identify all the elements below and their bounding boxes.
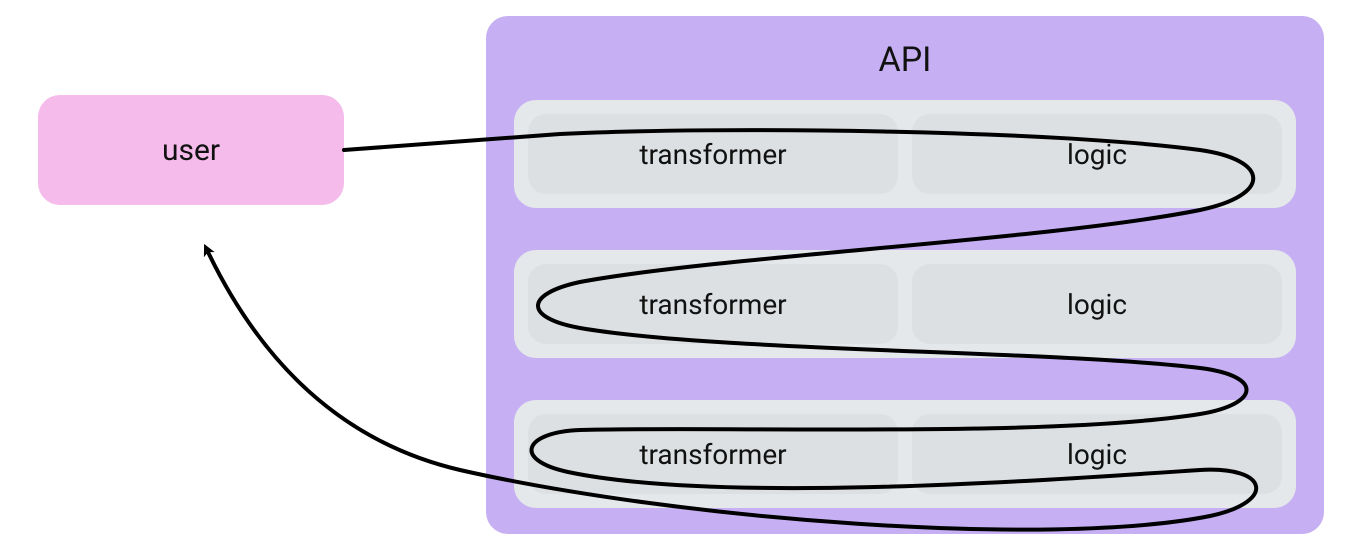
transformer-cell-2: transformer [528,264,898,344]
transformer-cell-3: transformer [528,414,898,494]
logic-label-3: logic [1067,438,1127,471]
transformer-label-1: transformer [639,138,786,171]
user-node: user [38,95,344,205]
api-row-3: transformer logic [514,400,1296,508]
logic-label-1: logic [1067,138,1127,171]
api-row-1: transformer logic [514,100,1296,208]
logic-cell-3: logic [912,414,1282,494]
logic-cell-1: logic [912,114,1282,194]
api-container: API transformer logic transformer logic … [486,16,1324,534]
transformer-label-2: transformer [639,288,786,321]
transformer-label-3: transformer [639,438,786,471]
user-label: user [162,133,220,168]
logic-cell-2: logic [912,264,1282,344]
api-title: API [486,40,1324,80]
api-row-2: transformer logic [514,250,1296,358]
transformer-cell-1: transformer [528,114,898,194]
logic-label-2: logic [1067,288,1127,321]
